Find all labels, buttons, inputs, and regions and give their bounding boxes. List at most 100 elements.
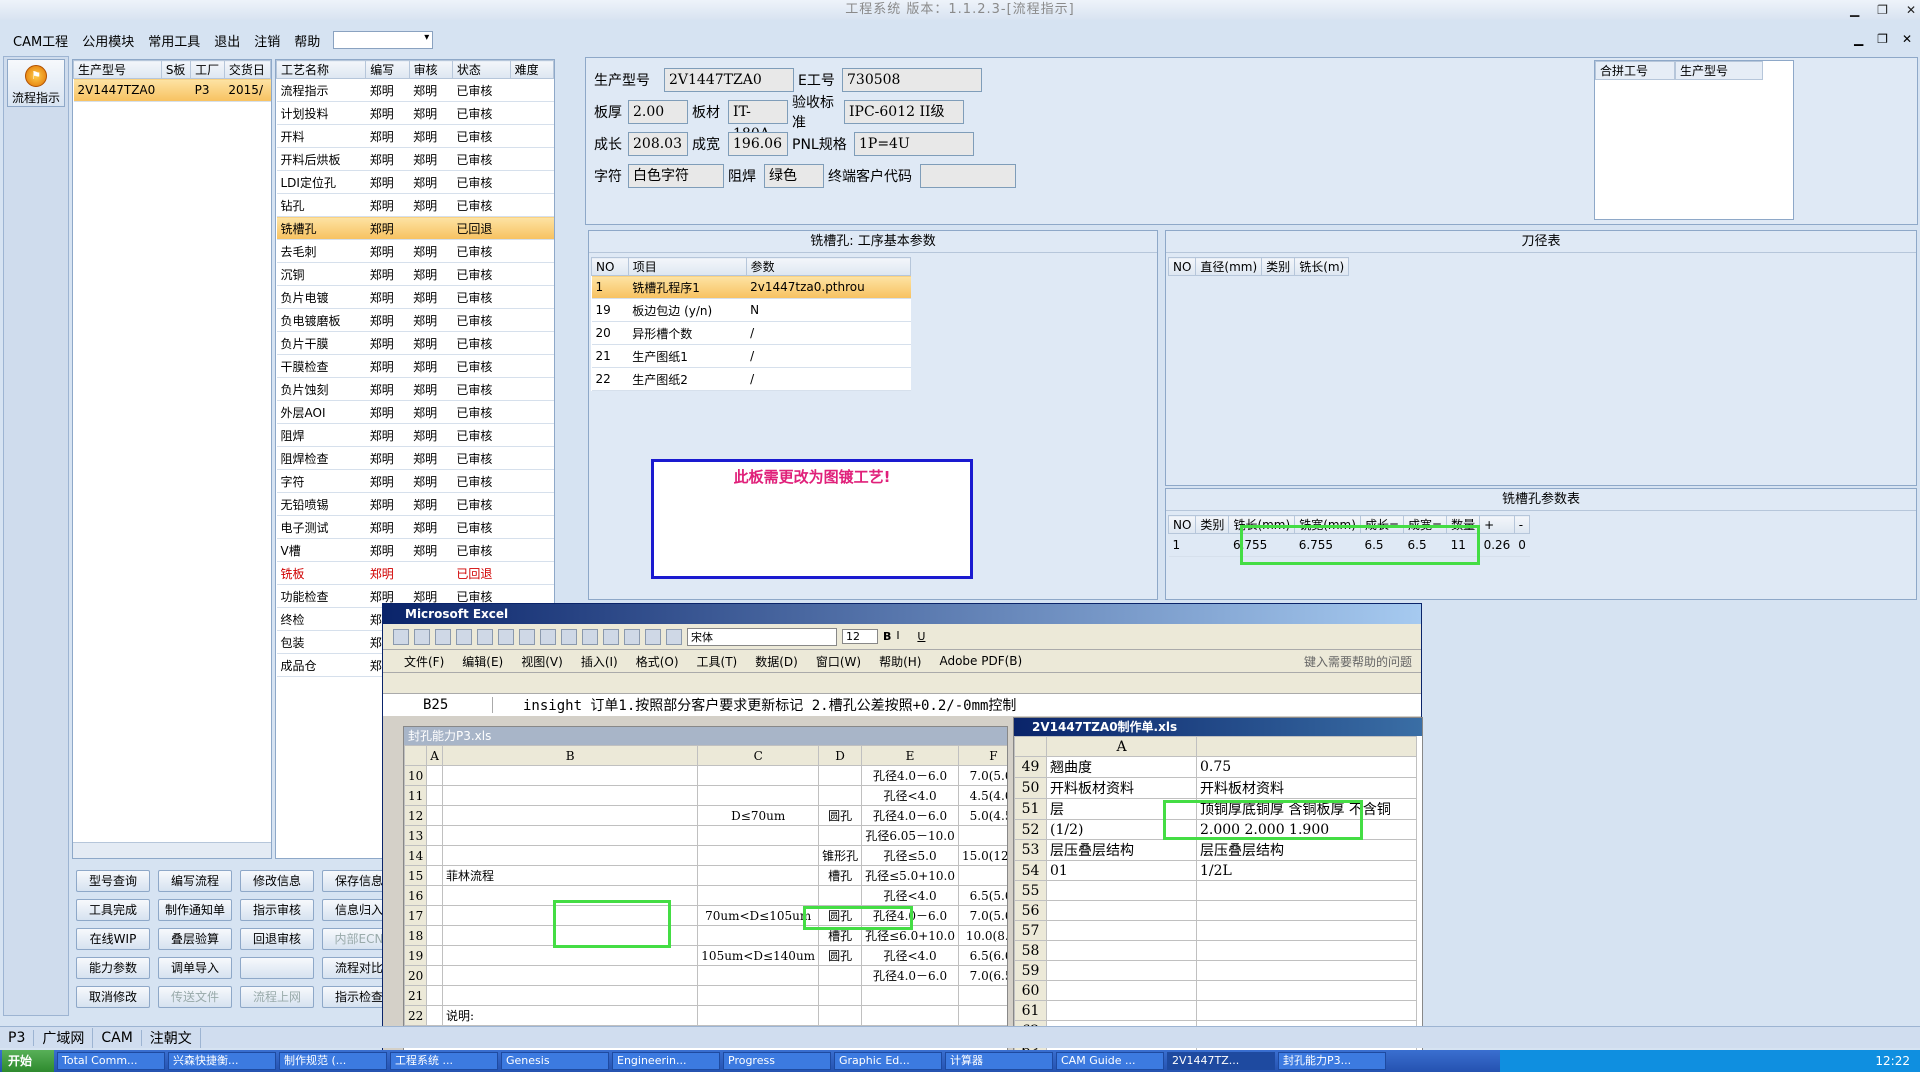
size-select[interactable]: 12: [842, 629, 878, 644]
row-header[interactable]: 12: [404, 805, 428, 826]
cell[interactable]: 开料板材资料: [1046, 777, 1197, 799]
column-header[interactable]: NO: [1167, 515, 1197, 534]
table-row[interactable]: 沉铜 郑明 郑明 已审核: [276, 262, 554, 286]
column-header[interactable]: F: [958, 745, 1007, 766]
cell[interactable]: [1046, 880, 1197, 901]
taskbar-item[interactable]: Genesis: [501, 1052, 609, 1070]
cell[interactable]: 7.0(5.0): [958, 905, 1007, 926]
row-header[interactable]: 59: [1014, 960, 1047, 981]
cell[interactable]: 15.0(12.0): [958, 845, 1007, 866]
table-row[interactable]: 2V1447TZA0 P3 2015/: [73, 78, 271, 102]
row-header[interactable]: 49: [1014, 756, 1047, 778]
table-row[interactable]: 21 生产图纸1/: [591, 344, 911, 368]
excel-menu-item[interactable]: Adobe PDF(B): [930, 654, 1031, 668]
cell[interactable]: 说明:: [441, 1005, 699, 1026]
menu-item[interactable]: CAM工程: [6, 31, 75, 50]
cell[interactable]: [697, 885, 820, 906]
excel-menu-item[interactable]: 视图(V): [512, 653, 572, 670]
row-header[interactable]: 10: [404, 765, 428, 786]
column-header[interactable]: 难度: [509, 60, 555, 79]
row-header[interactable]: 17: [404, 905, 428, 926]
table-row[interactable]: 去毛刺 郑明 郑明 已审核: [276, 239, 554, 263]
column-header[interactable]: 直径(mm): [1195, 257, 1263, 276]
column-header[interactable]: 工厂: [190, 60, 225, 79]
row-header[interactable]: 15: [404, 865, 428, 886]
column-header[interactable]: NO: [591, 257, 629, 276]
table-row[interactable]: 计划投料 郑明 郑明 已审核: [276, 101, 554, 125]
mat-field[interactable]: IT-180A: [728, 100, 788, 142]
taskbar-item[interactable]: 计算器: [945, 1052, 1053, 1070]
cell[interactable]: [958, 985, 1007, 1006]
cell[interactable]: [1196, 980, 1417, 1001]
column-header[interactable]: 审核: [408, 60, 453, 79]
cell[interactable]: [441, 845, 699, 866]
table-row[interactable]: 钻孔 郑明 郑明 已审核: [276, 193, 554, 217]
table-row[interactable]: 20 异形槽个数 /: [591, 321, 911, 345]
table-row[interactable]: 电子测试 郑明 郑明 已审核: [276, 515, 554, 539]
char-field[interactable]: 白色字符: [628, 164, 724, 188]
cell[interactable]: [818, 885, 863, 906]
row-header[interactable]: 14: [404, 845, 428, 866]
excel-menu-item[interactable]: 窗口(W): [807, 653, 870, 670]
column-header[interactable]: NO: [1167, 257, 1197, 276]
cell[interactable]: [426, 945, 443, 966]
cell[interactable]: [426, 905, 443, 926]
cell[interactable]: 5.0(4.5): [958, 805, 1007, 826]
cell[interactable]: 孔径4.0－6.0: [861, 765, 959, 786]
cell[interactable]: 孔径6.05－10.0: [861, 825, 959, 846]
table-row[interactable]: 铣槽孔 郑明 已回退: [276, 216, 554, 240]
maximize-icon[interactable]: ❐: [1877, 0, 1888, 20]
action-button[interactable]: 在线WIP: [76, 928, 150, 950]
column-header[interactable]: 编写: [365, 60, 410, 79]
taskbar-item[interactable]: 2V1447TZ...: [1167, 1052, 1275, 1070]
cell[interactable]: [1046, 900, 1197, 921]
table-row[interactable]: 22 生产图纸2/: [591, 367, 911, 391]
window-controls[interactable]: ▁ ❐ ✕: [1850, 0, 1916, 20]
cell[interactable]: [697, 865, 820, 886]
cell[interactable]: [697, 985, 820, 1006]
excel-menu-item[interactable]: 帮助(H): [870, 653, 930, 670]
cell[interactable]: 01: [1046, 860, 1197, 881]
cell[interactable]: [697, 785, 820, 806]
row-header[interactable]: 61: [1014, 1000, 1047, 1021]
cell[interactable]: [818, 765, 863, 786]
row-header[interactable]: 53: [1014, 839, 1047, 861]
row-header[interactable]: 57: [1014, 920, 1047, 941]
action-button[interactable]: 传送文件: [158, 986, 232, 1008]
len-field[interactable]: 208.03: [628, 132, 688, 156]
flow-button[interactable]: ⚑ 流程指示: [7, 59, 65, 107]
table-row[interactable]: V槽 郑明 郑明 已审核: [276, 538, 554, 562]
close-icon[interactable]: ✕: [1906, 0, 1916, 20]
cell[interactable]: [441, 945, 699, 966]
minimize-icon[interactable]: ▁: [1850, 0, 1859, 20]
status-item[interactable]: 广域网: [34, 1027, 94, 1048]
menu-item[interactable]: 常用工具: [141, 31, 207, 50]
eno-field[interactable]: 730508: [842, 68, 982, 92]
row-header[interactable]: 58: [1014, 940, 1047, 961]
table-row[interactable]: 开料后烘板 郑明 郑明 已审核: [276, 147, 554, 171]
row-header[interactable]: 51: [1014, 798, 1047, 820]
taskbar-item[interactable]: Graphic Ed...: [834, 1052, 942, 1070]
row-header[interactable]: 52: [1014, 819, 1047, 840]
column-header[interactable]: B: [441, 745, 699, 766]
cell[interactable]: [426, 785, 443, 806]
table-row[interactable]: 负片蚀刻 郑明 郑明 已审核: [276, 377, 554, 401]
table-row[interactable]: 19 板边包边 (y/n) N: [591, 298, 911, 322]
cell[interactable]: 6.5(5.0): [958, 885, 1007, 906]
action-button[interactable]: 指示审核: [240, 899, 314, 921]
cell[interactable]: [958, 865, 1007, 886]
cell[interactable]: [1196, 1000, 1417, 1021]
table-row[interactable]: 阻焊 郑明 郑明 已审核: [276, 423, 554, 447]
menu-item[interactable]: 帮助: [287, 31, 327, 50]
row-header[interactable]: 21: [404, 985, 428, 1006]
row-header[interactable]: 22: [404, 1005, 428, 1026]
menu-item[interactable]: 公用模块: [75, 31, 141, 50]
cell[interactable]: [818, 965, 863, 986]
cell[interactable]: [818, 1005, 863, 1026]
wid-field[interactable]: 196.06: [728, 132, 788, 156]
cust-field[interactable]: [920, 164, 1016, 188]
excel-menu-item[interactable]: 编辑(E): [453, 653, 512, 670]
cell[interactable]: [958, 825, 1007, 846]
column-header[interactable]: E: [861, 745, 959, 766]
taskbar-item[interactable]: Engineerin...: [612, 1052, 720, 1070]
